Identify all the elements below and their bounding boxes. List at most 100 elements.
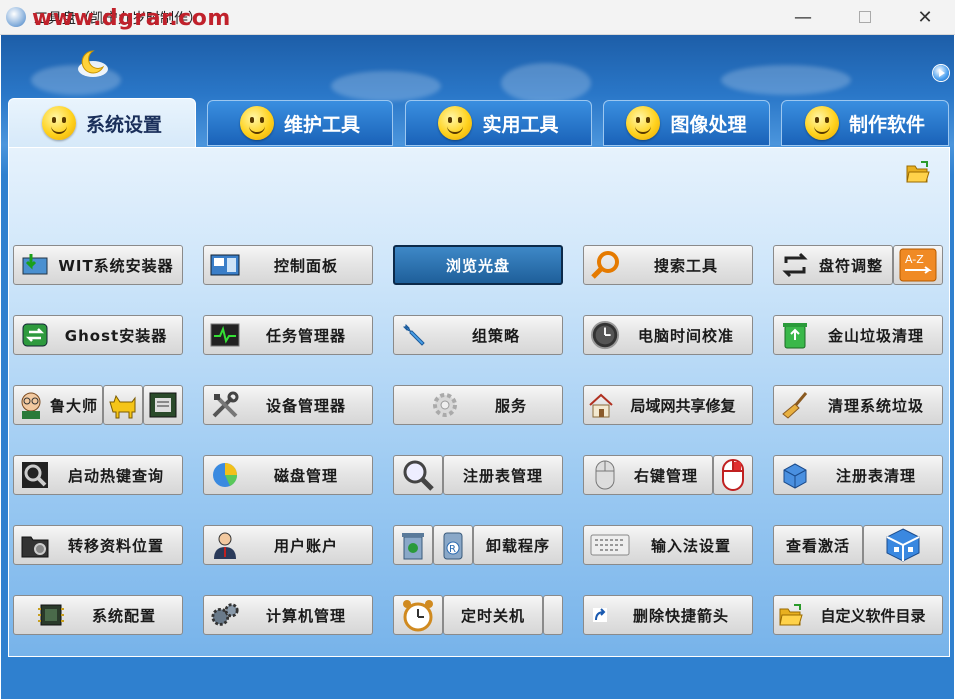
services-button[interactable]: 服务	[393, 385, 563, 425]
tab-make-software[interactable]: 制作软件	[781, 100, 949, 146]
watermark: www.dgrar.com	[32, 6, 231, 31]
scheduled-shutdown-button[interactable]: 定时关机	[443, 595, 543, 635]
smiley-icon	[438, 106, 473, 140]
app-icon	[6, 7, 26, 27]
tongue-smiley-icon	[239, 106, 274, 140]
maximize-icon	[859, 11, 871, 23]
activation-cube-button[interactable]	[863, 525, 943, 565]
smiley-icon	[41, 106, 76, 140]
search-tools-button[interactable]: 搜索工具	[583, 245, 753, 285]
boot-hotkey-button[interactable]: 启动热键查询	[13, 455, 183, 495]
ghost-installer-button[interactable]: Ghost安装器	[13, 315, 183, 355]
cube-icon	[886, 528, 920, 562]
lan-share-repair-button[interactable]: 局域网共享修复	[583, 385, 753, 425]
close-button[interactable]: ✕	[902, 0, 948, 34]
tab-maintenance-tools[interactable]: 维护工具	[207, 100, 393, 146]
surprised-smiley-icon	[804, 106, 839, 140]
svg-text:A-Z: A-Z	[905, 253, 924, 266]
ludashi-button[interactable]: 鲁大师	[13, 385, 103, 425]
chip-icon	[149, 392, 177, 418]
home-network-icon	[588, 390, 614, 420]
input-method-settings-button[interactable]: 输入法设置	[583, 525, 753, 565]
moon-icon	[78, 50, 108, 77]
tab-utility-tools[interactable]: 实用工具	[405, 100, 592, 146]
control-panel-button[interactable]: 控制面板	[203, 245, 373, 285]
clean-system-junk-button[interactable]: 清理系统垃圾	[773, 385, 943, 425]
shutdown-extra-button[interactable]	[543, 595, 563, 635]
ludashi-dog-button[interactable]	[103, 385, 143, 425]
sort-az-button[interactable]: A-Z	[893, 245, 943, 285]
uninstall-trash-button[interactable]	[393, 525, 433, 565]
magnifier-icon	[590, 250, 620, 280]
right-click-button[interactable]	[713, 455, 753, 495]
right-click-mouse-icon	[722, 459, 744, 491]
ludashi-icon	[16, 390, 46, 420]
task-manager-button[interactable]: 任务管理器	[203, 315, 373, 355]
user-accounts-button[interactable]: 用户账户	[203, 525, 373, 565]
tab-label: 制作软件	[848, 113, 925, 136]
tab-label: 实用工具	[482, 113, 559, 136]
uninstall-programs-button[interactable]: 卸载程序	[473, 525, 563, 565]
recycle-bin-icon	[780, 320, 810, 350]
maximize-button[interactable]	[842, 0, 888, 34]
tab-image-processing[interactable]: 图像处理	[603, 100, 770, 146]
shutdown-clock-button[interactable]	[393, 595, 443, 635]
custom-software-dir-button[interactable]: 自定义软件目录	[773, 595, 943, 635]
user-icon	[210, 530, 240, 560]
mouse-icon	[590, 460, 620, 490]
wrench-icon	[400, 320, 430, 350]
gear-icon	[430, 390, 460, 420]
registry-cube-icon	[780, 460, 810, 490]
group-policy-button[interactable]: 组策略	[393, 315, 563, 355]
cloud-decoration	[501, 63, 591, 103]
context-menu-manager-button[interactable]: 右键管理	[583, 455, 713, 495]
device-manager-button[interactable]: 设备管理器	[203, 385, 373, 425]
pie-chart-icon	[210, 460, 240, 490]
title-bar: 工具盘（凯宁九岁时制作） www.dgrar.com — ✕	[0, 0, 955, 35]
keyboard-icon	[590, 530, 630, 560]
open-folder-icon[interactable]	[905, 160, 931, 184]
check-activation-button[interactable]: 查看激活	[773, 525, 863, 565]
clock-icon	[590, 320, 620, 350]
search-icon	[20, 460, 50, 490]
ghost-icon	[20, 320, 50, 350]
magnifier-icon	[403, 460, 434, 491]
move-data-location-button[interactable]: 转移资料位置	[13, 525, 183, 565]
cloud-decoration	[721, 65, 851, 95]
wit-installer-button[interactable]: WIT系统安装器	[13, 245, 183, 285]
ludashi-hardware-button[interactable]	[143, 385, 183, 425]
task-manager-icon	[210, 320, 240, 350]
confused-smiley-icon	[626, 106, 661, 140]
shortcut-arrow-icon	[590, 600, 610, 630]
disk-management-button[interactable]: 磁盘管理	[203, 455, 373, 495]
kingsoft-cleanup-button[interactable]: 金山垃圾清理	[773, 315, 943, 355]
registry-r-icon: R	[443, 532, 463, 560]
drive-letter-button[interactable]: 盘符调整	[773, 245, 893, 285]
uninstall-registry-button[interactable]: R	[433, 525, 473, 565]
trash-icon	[402, 533, 424, 560]
folder-gear-icon	[20, 530, 50, 560]
registry-search-button[interactable]	[393, 455, 443, 495]
tab-label: 系统设置	[85, 113, 162, 136]
minimize-button[interactable]: —	[780, 0, 826, 34]
tab-label: 维护工具	[283, 113, 360, 136]
play-icon[interactable]	[933, 65, 949, 81]
time-sync-button[interactable]: 电脑时间校准	[583, 315, 753, 355]
browse-disc-button[interactable]: 浏览光盘	[393, 245, 563, 285]
folder-icon	[778, 600, 804, 630]
computer-management-button[interactable]: 计算机管理	[203, 595, 373, 635]
tools-icon	[210, 390, 240, 420]
registry-manager-button[interactable]: 注册表管理	[443, 455, 563, 495]
tab-system-settings[interactable]: 系统设置	[8, 98, 196, 148]
dog-icon	[109, 394, 136, 419]
remove-shortcut-arrow-button[interactable]: 删除快捷箭头	[583, 595, 753, 635]
refresh-arrows-icon	[780, 250, 810, 280]
control-panel-icon	[210, 250, 240, 280]
broom-icon	[780, 390, 810, 420]
system-config-button[interactable]: 系统配置	[13, 595, 183, 635]
alarm-clock-icon	[403, 600, 433, 632]
registry-cleanup-button[interactable]: 注册表清理	[773, 455, 943, 495]
svg-text:R: R	[449, 544, 456, 555]
chip-icon	[36, 600, 66, 630]
tab-label: 图像处理	[670, 113, 747, 136]
